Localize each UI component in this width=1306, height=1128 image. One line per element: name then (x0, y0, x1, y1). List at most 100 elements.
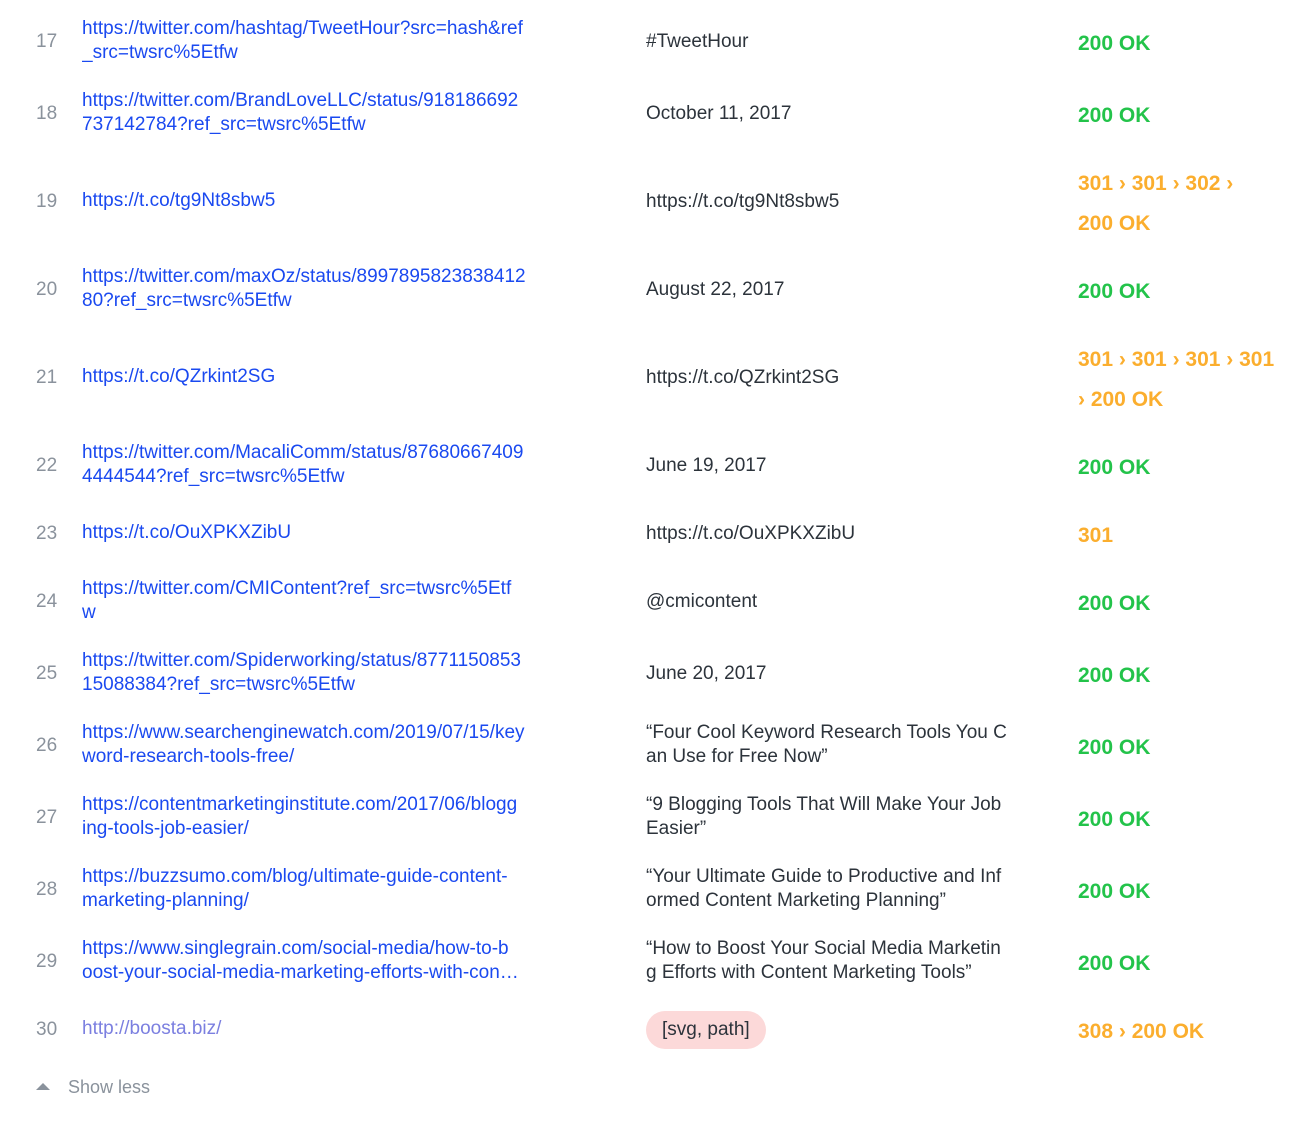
url-line: w (82, 602, 96, 623)
status-line: 308 › 200 OK (1078, 1020, 1205, 1043)
url-line: https://www.singlegrain.com/social-media… (82, 938, 509, 959)
anchor-text: https://t.co/QZrkint2SG (646, 366, 1052, 390)
row-url-link[interactable]: https://twitter.com/Spiderworking/status… (82, 649, 590, 697)
row-url-link[interactable]: https://t.co/tg9Nt8sbw5 (82, 189, 590, 213)
anchor-line: “Four Cool Keyword Research Tools You C (646, 722, 1007, 743)
row-number: 21 (36, 367, 58, 388)
anchor-line: “Your Ultimate Guide to Productive and I… (646, 866, 1002, 887)
status-line: 200 OK (1078, 592, 1151, 615)
status-line: 301 › 301 › 301 › 301 (1078, 348, 1275, 371)
anchor-line: [svg, path] (662, 1019, 750, 1040)
anchor-badge: [svg, path] (646, 1011, 766, 1049)
status-line: 200 OK (1078, 880, 1151, 903)
row-number: 24 (36, 591, 58, 612)
anchor-line: #TweetHour (646, 31, 749, 52)
url-line: 4444544?ref_src=twsrc%5Etfw (82, 466, 345, 487)
url-line: https://twitter.com/MacaliComm/status/87… (82, 442, 524, 463)
anchor-line: ormed Content Marketing Planning” (646, 890, 946, 911)
url-line: https://twitter.com/maxOz/status/8997895… (82, 266, 526, 287)
status-code: 308 › 200 OK (1078, 1012, 1298, 1052)
show-less-button[interactable]: Show less (36, 1077, 150, 1098)
row-url-link[interactable]: https://t.co/OuXPKXZibU (82, 521, 590, 545)
row-number: 29 (36, 951, 58, 972)
status-code: 200 OK (1078, 872, 1298, 912)
row-number: 26 (36, 735, 58, 756)
status-code: 200 OK (1078, 272, 1298, 312)
anchor-text: #TweetHour (646, 30, 1052, 54)
row-url-link[interactable]: https://twitter.com/maxOz/status/8997895… (82, 265, 590, 313)
row-url-link[interactable]: https://www.searchenginewatch.com/2019/0… (82, 721, 590, 769)
status-line: 200 OK (1078, 736, 1151, 759)
anchor-text: October 11, 2017 (646, 102, 1052, 126)
status-line: 301 › 301 › 302 › (1078, 172, 1234, 195)
row-url-link[interactable]: https://www.singlegrain.com/social-media… (82, 937, 590, 985)
anchor-line: June 19, 2017 (646, 455, 767, 476)
status-code: 301 (1078, 516, 1298, 556)
row-number: 17 (36, 31, 58, 52)
anchor-line: Easier” (646, 818, 707, 839)
url-line: ing-tools-job-easier/ (82, 818, 249, 839)
row-url-link[interactable]: http://boosta.biz/ (82, 1017, 590, 1041)
anchor-line: https://t.co/OuXPKXZibU (646, 523, 856, 544)
row-url-link[interactable]: https://contentmarketinginstitute.com/20… (82, 793, 590, 841)
anchor-line: https://t.co/tg9Nt8sbw5 (646, 191, 840, 212)
anchor-text: @cmicontent (646, 590, 1052, 614)
status-code: 200 OK (1078, 944, 1298, 984)
row-url-link[interactable]: https://twitter.com/MacaliComm/status/87… (82, 441, 590, 489)
url-line: 80?ref_src=twsrc%5Etfw (82, 290, 292, 311)
status-code: 200 OK (1078, 800, 1298, 840)
url-line: marketing-planning/ (82, 890, 249, 911)
anchor-line: “How to Boost Your Social Media Marketin (646, 938, 1001, 959)
status-code: 200 OK (1078, 96, 1298, 136)
row-number: 19 (36, 191, 58, 212)
url-line: https://t.co/QZrkint2SG (82, 366, 276, 387)
anchor-text: June 19, 2017 (646, 454, 1052, 478)
url-line: _src=twsrc%5Etfw (82, 42, 238, 63)
row-number: 25 (36, 663, 58, 684)
row-number: 30 (36, 1019, 58, 1040)
url-line: https://www.searchenginewatch.com/2019/0… (82, 722, 525, 743)
anchor-text: https://t.co/tg9Nt8sbw5 (646, 190, 1052, 214)
caret-up-icon (36, 1083, 50, 1090)
status-line: 200 OK (1078, 456, 1151, 479)
url-line: https://twitter.com/BrandLoveLLC/status/… (82, 90, 519, 111)
status-code: 200 OK (1078, 728, 1298, 768)
row-url-link[interactable]: https://buzzsumo.com/blog/ultimate-guide… (82, 865, 590, 913)
url-line: https://buzzsumo.com/blog/ultimate-guide… (82, 866, 508, 887)
anchor-text: “How to Boost Your Social Media Marketin… (646, 937, 1052, 985)
anchor-text: “Four Cool Keyword Research Tools You C a… (646, 721, 1052, 769)
status-line: 200 OK (1078, 952, 1151, 975)
status-code: 200 OK (1078, 24, 1298, 64)
row-number: 22 (36, 455, 58, 476)
row-number: 28 (36, 879, 58, 900)
status-code: 301 › 301 › 301 › 301 › 200 OK (1078, 340, 1298, 420)
url-line: word-research-tools-free/ (82, 746, 295, 767)
status-code: 200 OK (1078, 448, 1298, 488)
url-line: http://boosta.biz/ (82, 1018, 222, 1039)
status-line: 200 OK (1078, 280, 1151, 303)
status-line: 200 OK (1078, 104, 1151, 127)
url-line: 737142784?ref_src=twsrc%5Etfw (82, 114, 366, 135)
row-url-link[interactable]: https://t.co/QZrkint2SG (82, 365, 590, 389)
url-line: oost-your-social-media-marketing-efforts… (82, 962, 519, 983)
status-code: 301 › 301 › 302 › 200 OK (1078, 164, 1298, 244)
anchor-text: “Your Ultimate Guide to Productive and I… (646, 865, 1052, 913)
anchor-line: g Efforts with Content Marketing Tools” (646, 962, 972, 983)
row-number: 23 (36, 523, 58, 544)
status-code: 200 OK (1078, 656, 1298, 696)
status-line: › 200 OK (1078, 388, 1164, 411)
anchor-text: June 20, 2017 (646, 662, 1052, 686)
anchor-text: August 22, 2017 (646, 278, 1052, 302)
status-line: 200 OK (1078, 808, 1151, 831)
status-code: 200 OK (1078, 584, 1298, 624)
url-line: https://t.co/tg9Nt8sbw5 (82, 190, 276, 211)
row-url-link[interactable]: https://twitter.com/BrandLoveLLC/status/… (82, 89, 590, 137)
anchor-text: “9 Blogging Tools That Will Make Your Jo… (646, 793, 1052, 841)
show-less-label: Show less (68, 1077, 151, 1097)
status-line: 200 OK (1078, 32, 1151, 55)
anchor-line: June 20, 2017 (646, 663, 767, 684)
status-line: 200 OK (1078, 664, 1151, 687)
row-url-link[interactable]: https://twitter.com/CMIContent?ref_src=t… (82, 577, 590, 625)
url-line: https://contentmarketinginstitute.com/20… (82, 794, 518, 815)
row-url-link[interactable]: https://twitter.com/hashtag/TweetHour?sr… (82, 17, 590, 65)
